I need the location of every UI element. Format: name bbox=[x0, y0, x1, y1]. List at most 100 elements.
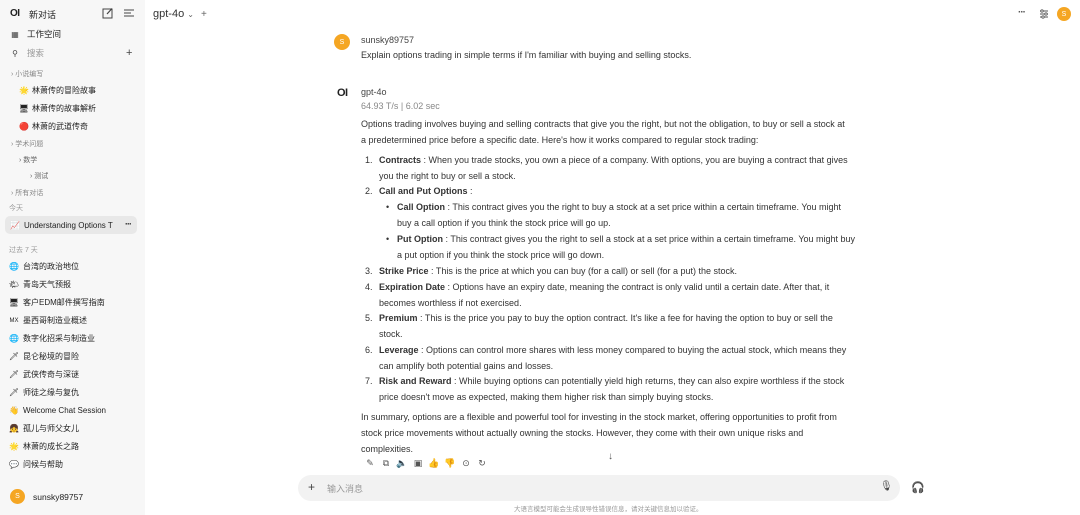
list-number: 5. bbox=[365, 313, 373, 323]
list-item-text: : This is the price you pay to buy the o… bbox=[420, 313, 833, 323]
chat-icon: 🗡 bbox=[8, 352, 20, 361]
list-item-text: : This contract gives you the right to b… bbox=[447, 202, 842, 212]
list-item-text: : Options have an expiry date, meaning t… bbox=[447, 282, 830, 292]
list-item: 1. Contracts : When you trade stocks, you… bbox=[365, 152, 848, 168]
headset-icon[interactable]: 🎧 bbox=[911, 481, 925, 494]
chat-list-item[interactable]: 🗡 昆仑秘境的冒险 bbox=[9, 348, 139, 365]
list-number: 2. bbox=[365, 186, 373, 196]
assistant-sender: gpt-4o bbox=[361, 87, 387, 97]
list-item-text: you the right to buy or sell a stock. bbox=[379, 171, 516, 181]
chat-list-item[interactable]: 🗡 师徒之缘与复仇 bbox=[9, 384, 139, 401]
list-number: 6. bbox=[365, 345, 373, 355]
continue-icon[interactable]: ⊙ bbox=[460, 458, 472, 469]
list-item-text: : When you trade stocks, you own a piece… bbox=[423, 155, 848, 165]
model-selector[interactable]: gpt-4o ⌄ + bbox=[153, 8, 207, 20]
attach-icon[interactable]: + bbox=[308, 480, 315, 494]
search-row[interactable]: ⚲ 搜索 + bbox=[0, 44, 145, 62]
copy-icon[interactable]: ⧉ bbox=[380, 458, 392, 469]
workspace-link[interactable]: ▦ 工作空间 bbox=[0, 25, 145, 43]
chat-icon: 🌐 bbox=[9, 334, 19, 343]
message-input[interactable]: 输入消息 bbox=[327, 482, 363, 495]
folder-item[interactable]: 🔴 林萧的武道传奇 bbox=[19, 118, 88, 134]
user-message-text: Explain options trading in simple terms … bbox=[361, 50, 692, 60]
list-item-title: Call and Put Options bbox=[379, 186, 468, 196]
list-item-text: a put option if you think the stock pric… bbox=[397, 250, 605, 260]
list-item-text: buy a call option if you think the stock… bbox=[397, 218, 611, 228]
header-avatar[interactable]: S bbox=[1057, 7, 1071, 21]
star-icon: 🌟 bbox=[19, 85, 29, 95]
sidebar: OI 新对话 ▦ 工作空间 ⚲ 搜索 + › 小说编写 🌟 林萧传的冒险故事 🖥 林… bbox=[0, 0, 145, 515]
app-logo[interactable]: OI bbox=[10, 8, 20, 19]
chat-icon: 👧 bbox=[9, 424, 19, 433]
scroll-down-icon[interactable]: ↓ bbox=[608, 451, 613, 462]
subfolder-test[interactable]: › 测试 bbox=[30, 171, 48, 181]
chat-list-item[interactable]: 💬 问候与帮助 bbox=[9, 456, 139, 473]
chat-item-label: 武侠传奇与深谜 bbox=[23, 370, 79, 379]
folder-label: 小说编写 bbox=[15, 71, 44, 78]
list-item: 7. Risk and Reward : While buying options… bbox=[365, 373, 845, 389]
chat-list-item[interactable]: 🌐 台湾的政治地位 bbox=[9, 258, 139, 275]
response-summary-line: In summary, options are a flexible and p… bbox=[361, 412, 837, 422]
subfolder-math[interactable]: › 数学 bbox=[19, 155, 37, 165]
chat-list-item[interactable]: 🌐 数字化招采与制造业 bbox=[9, 330, 139, 347]
folder-item[interactable]: 🖥 林萧传的故事解析 bbox=[19, 100, 96, 116]
chat-list-item[interactable]: 👋 Welcome Chat Session bbox=[9, 402, 139, 419]
chat-item-label: 问候与帮助 bbox=[23, 460, 63, 469]
image-icon[interactable]: ▣ bbox=[412, 458, 424, 469]
controls-icon[interactable] bbox=[1039, 9, 1049, 19]
chat-item-label: Welcome Chat Session bbox=[23, 406, 106, 415]
folder-all-chats[interactable]: › 所有对话 bbox=[11, 188, 43, 198]
microphone-icon[interactable]: 🎙 bbox=[880, 481, 893, 492]
edit-icon[interactable]: ✎ bbox=[364, 458, 376, 469]
chat-list-item[interactable]: 👧 孤儿与师父女儿 bbox=[9, 420, 139, 437]
add-model-icon[interactable]: + bbox=[201, 9, 207, 20]
list-number: 3. bbox=[365, 266, 373, 276]
list-item-title: Put Option bbox=[397, 234, 443, 244]
active-chat-item[interactable]: 📈 Understanding Options T ··· bbox=[5, 216, 137, 234]
user-name: sunsky89757 bbox=[33, 491, 84, 502]
generation-stats: 64.93 T/s | 6.02 sec bbox=[361, 101, 440, 111]
model-name: gpt-4o bbox=[153, 8, 185, 20]
chat-list-item[interactable]: 🌤 青岛天气预报 bbox=[9, 276, 139, 293]
regenerate-icon[interactable]: ↻ bbox=[476, 458, 488, 469]
list-number: 1. bbox=[365, 155, 373, 165]
list-item-text: : While buying options can potentially y… bbox=[454, 376, 845, 386]
thumbs-up-icon[interactable]: 👍 bbox=[428, 458, 440, 469]
edit-icon[interactable] bbox=[102, 7, 114, 19]
chat-icon: 💬 bbox=[9, 460, 19, 469]
chat-list-item[interactable]: 🗡 武侠传奇与深谜 bbox=[9, 366, 139, 383]
more-options-icon[interactable]: ··· bbox=[1018, 7, 1026, 18]
chat-icon: 🌟 bbox=[9, 442, 19, 451]
list-item: 4. Expiration Date : Options have an expi… bbox=[365, 279, 830, 295]
speaker-icon[interactable]: 🔈 bbox=[396, 458, 408, 469]
section-today: 今天 bbox=[9, 205, 23, 212]
list-item: 6. Leverage : Options can control more sh… bbox=[365, 342, 846, 358]
folder-item[interactable]: 🌟 林萧传的冒险故事 bbox=[19, 82, 96, 98]
chat-item-label: 墨西哥制造业概述 bbox=[23, 316, 87, 325]
chat-list-item[interactable]: MX 墨西哥制造业概述 bbox=[9, 312, 139, 329]
more-icon[interactable]: ··· bbox=[125, 219, 132, 229]
sub-list-item: • Put Option : This contract gives you th… bbox=[386, 231, 855, 247]
user-menu[interactable]: S sunsky89757 bbox=[0, 484, 145, 509]
list-item-title: Contracts bbox=[379, 155, 422, 165]
folder-item-label: 林萧传的故事解析 bbox=[32, 103, 96, 113]
folder-label: 学术问题 bbox=[15, 141, 44, 148]
list-item-title: Premium bbox=[379, 313, 418, 323]
monitor-icon: 🖥 bbox=[18, 103, 30, 113]
chat-icon: MX bbox=[9, 317, 19, 324]
sidebar-toggle-icon[interactable] bbox=[123, 7, 135, 19]
list-item-text: price doesn't move as expected, making t… bbox=[379, 392, 714, 402]
search-input[interactable]: 搜索 bbox=[27, 47, 44, 59]
folder-academic[interactable]: › 学术问题 bbox=[11, 139, 43, 149]
chat-icon: 🗡 bbox=[8, 388, 20, 397]
thumbs-down-icon[interactable]: 👎 bbox=[444, 458, 456, 469]
chat-icon: 🗡 bbox=[8, 370, 20, 379]
add-folder-icon[interactable]: + bbox=[126, 47, 132, 59]
avatar: S bbox=[10, 489, 25, 504]
new-chat-link[interactable]: 新对话 bbox=[29, 8, 56, 21]
list-item: 5. Premium : This is the price you pay to… bbox=[365, 310, 833, 326]
chat-list-item[interactable]: 🖥 客户EDM邮件撰写指南 bbox=[9, 294, 139, 311]
folder-novels[interactable]: › 小说编写 bbox=[11, 69, 43, 79]
chat-list-item[interactable]: 🌟 林萧的成长之路 bbox=[9, 438, 139, 455]
folder-item-label: 林萧的武道传奇 bbox=[32, 121, 88, 131]
